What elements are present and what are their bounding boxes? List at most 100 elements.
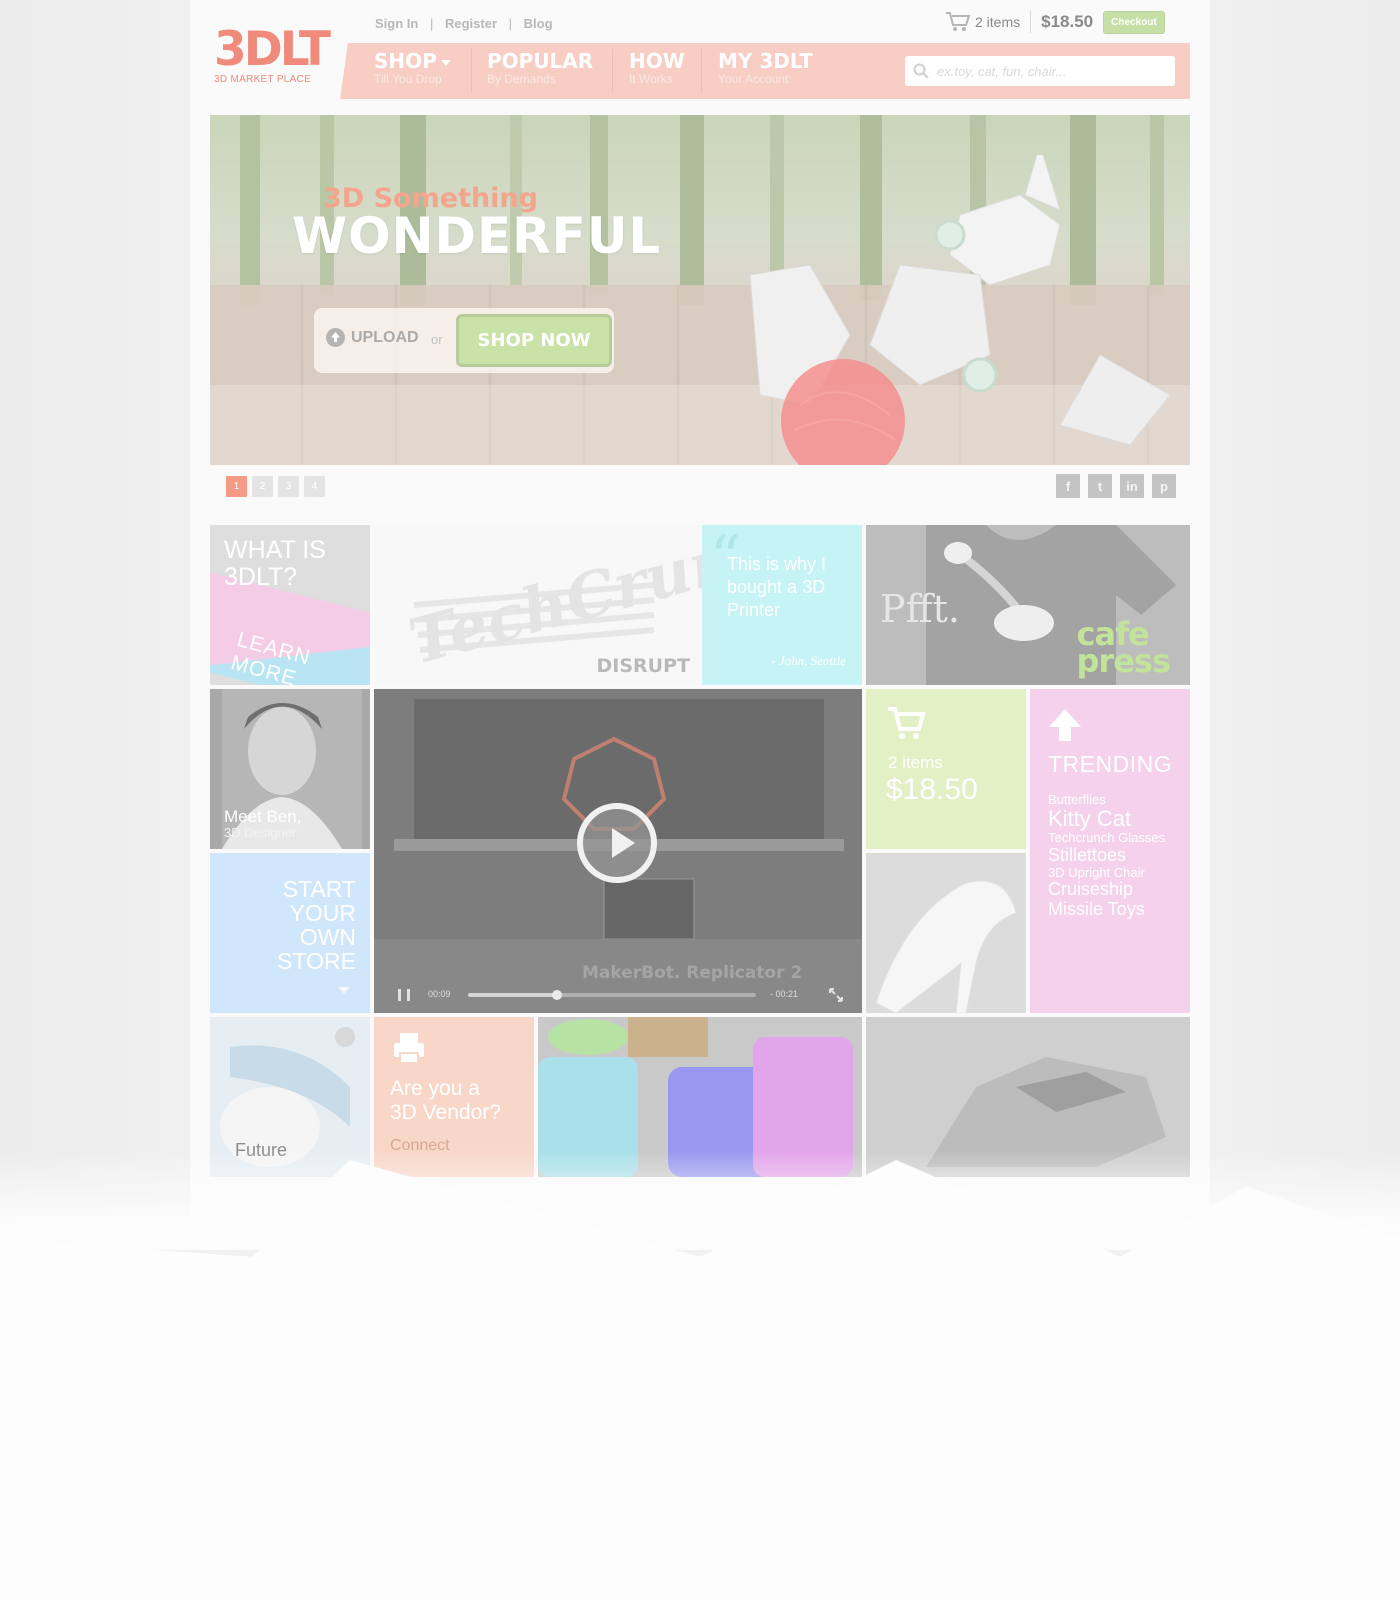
nav-subtitle: Your Account [718,72,789,86]
nav-divider [471,49,472,93]
disrupt-label: DISRUPT [596,655,690,677]
site-logo[interactable]: 3DLT 3D MARKET PLACE [214,22,331,90]
nav-title: MY 3DLT [718,49,813,73]
mugs-image [538,1017,862,1177]
nav-subtitle: Till You Drop [374,72,442,86]
trending-item[interactable]: Cruiseship [1048,879,1188,900]
video-player[interactable]: MakerBot. Replicator 2 00:09 - 00:21 [374,689,862,1013]
cart-item-count[interactable]: 2 items [975,14,1020,30]
slider-page-2[interactable]: 2 [252,476,273,497]
future-label: Future [235,1140,288,1160]
ben-role: 3D Designer [224,825,297,840]
start-store-tile[interactable]: START YOUR OWN STORE [210,853,370,1013]
slider-page-1[interactable]: 1 [226,476,247,497]
checkout-button[interactable]: Checkout [1103,10,1165,34]
cafepress-tile[interactable]: Pfft. cafe press [866,525,1190,685]
trending-item[interactable]: Stillettoes [1048,845,1188,866]
upload-label: UPLOAD [351,328,419,346]
stiletto-tile[interactable] [866,853,1026,1013]
what-is-heading: WHAT IS 3DLT? [224,536,326,591]
nav-title: HOW [629,49,685,73]
video-controls: 00:09 - 00:21 [374,981,862,1013]
logo-mark: 3DLT [214,22,331,77]
fullscreen-icon[interactable] [828,987,844,1003]
pinterest-icon[interactable]: p [1152,474,1176,498]
cart-item-count: 2 items [888,753,943,772]
trending-tile: TRENDING Butterflies Kitty Cat Techcrunc… [1030,689,1190,1013]
future-tile[interactable]: Future [210,1017,370,1177]
trending-item[interactable]: Butterflies [1048,792,1188,807]
sign-in-link[interactable]: Sign In [375,16,418,31]
vendor-tile[interactable]: Are you a 3D Vendor? Connect [374,1017,534,1177]
hero-title: WONDERFUL [292,207,662,265]
robot-cat-image [749,155,1171,465]
trending-title: TRENDING [1048,751,1173,777]
nav-how[interactable]: HOW It Works [629,49,685,93]
start-store-heading: START YOUR OWN STORE [277,876,356,974]
nav-shop[interactable]: SHOP Till You Drop [374,49,451,93]
testimonial-tile[interactable]: “ This is why I bought a 3D Printer - Jo… [702,525,862,685]
trending-item[interactable]: Techcrunch Glasses [1048,831,1188,846]
upload-button[interactable]: UPLOAD [326,328,419,347]
linkedin-icon[interactable]: in [1120,474,1144,498]
testimonial-author: - John, Seattle [771,653,846,668]
nav-divider [612,49,613,93]
hero-banner: 3D Something WONDERFUL UPLOAD or SHOP NO… [210,115,1190,465]
play-icon[interactable] [577,803,657,883]
meet-ben-tile[interactable]: Meet Ben, 3D Designer [210,689,370,849]
slider-pagination: 1 2 3 4 [226,476,325,497]
trending-list: Butterflies Kitty Cat Techcrunch Glasses… [1048,792,1188,920]
progress-bar[interactable] [468,990,756,1000]
vendor-heading: Are you a 3D Vendor? [390,1077,501,1124]
header-cart: 2 items $18.50 Checkout [945,6,1177,38]
printer-icon [394,1033,424,1064]
nav-popular[interactable]: POPULAR By Demands [487,49,593,93]
cart-total: $18.50 [1041,12,1094,31]
nav-subtitle: It Works [629,72,673,86]
separator: | [508,16,513,31]
cart-summary-tile[interactable]: 2 items $18.50 [866,689,1026,849]
stiletto-image [875,880,1017,1013]
top-links: Sign In | Register | Blog [375,16,553,31]
progress-handle[interactable] [552,990,563,1000]
search-box [905,56,1175,86]
future-image [220,1027,355,1167]
nav-title: POPULAR [487,49,594,73]
testimonial-text: This is why I bought a 3D Printer [727,554,827,620]
or-label: or [431,332,443,347]
trending-item[interactable]: Kitty Cat [1048,807,1188,831]
upload-icon [326,328,345,347]
twitter-icon[interactable]: t [1088,474,1112,498]
pfft-text: Pfft. [880,587,960,631]
trending-item[interactable]: 3D Upright Chair [1048,865,1188,880]
chevron-down-icon [338,987,350,994]
connect-link[interactable]: Connect [390,1137,450,1155]
search-input[interactable] [937,63,1157,79]
mugs-tile[interactable] [538,1017,862,1177]
trending-item[interactable]: Missile Toys [1048,899,1188,920]
car-image [866,1017,1190,1177]
progress-fill [468,993,558,997]
cart-total: $18.50 [886,773,978,806]
nav-title: SHOP [374,49,451,73]
cart-icon [888,707,926,739]
techcrunch-tile[interactable]: TechCrunch DISRUPT [374,525,702,685]
nav-divider [701,49,702,93]
time-elapsed: 00:09 [428,989,451,999]
divider [1030,11,1032,33]
pause-icon[interactable] [398,989,410,1001]
nav-my-3dlt[interactable]: MY 3DLT Your Account [718,49,813,93]
slider-page-4[interactable]: 4 [304,476,325,497]
ben-name: Meet Ben, [224,807,302,826]
shop-now-button[interactable]: SHOP NOW [456,314,612,367]
search-icon[interactable] [913,63,929,79]
slider-page-3[interactable]: 3 [278,476,299,497]
chevron-down-icon [440,59,451,66]
what-is-3dlt-tile[interactable]: WHAT IS 3DLT? LEARN MORE [210,525,370,685]
blog-link[interactable]: Blog [524,16,553,31]
car-tile[interactable] [866,1017,1190,1177]
facebook-icon[interactable]: f [1056,474,1080,498]
register-link[interactable]: Register [445,16,497,31]
cart-icon[interactable] [945,11,971,33]
social-links: f t in p [1056,474,1176,498]
